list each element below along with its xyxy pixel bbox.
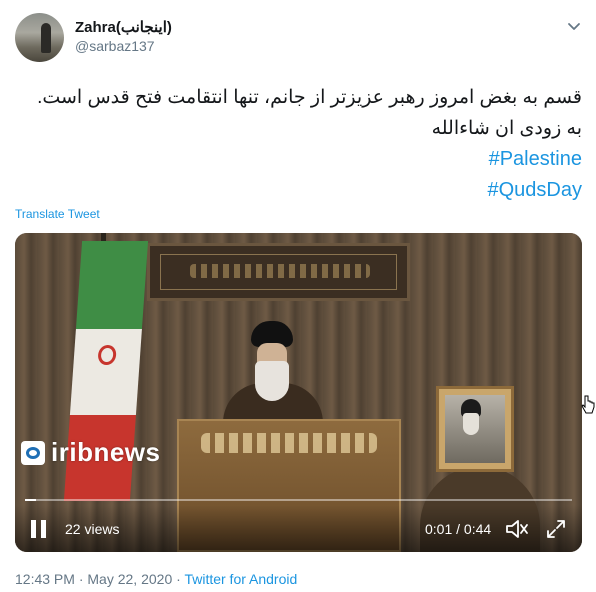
video-progress-bar[interactable]	[25, 499, 572, 501]
watermark-text: iribnews	[51, 437, 161, 467]
chevron-down-icon[interactable]	[566, 18, 582, 34]
avatar-figure	[41, 23, 51, 53]
iribnews-logo-icon	[21, 440, 45, 465]
pointer-cursor-icon	[581, 395, 595, 414]
footer-separator: ·	[176, 571, 181, 587]
framed-portrait	[436, 386, 514, 472]
video-progress-fill	[25, 499, 36, 501]
fullscreen-icon[interactable]	[545, 518, 567, 540]
footer-separator: ·	[78, 571, 84, 587]
tweet-date[interactable]: May 22, 2020	[87, 571, 172, 587]
tweet-footer: 12:43 PM · May 22, 2020 · Twitter for An…	[15, 571, 297, 587]
translate-tweet-link[interactable]: Translate Tweet	[15, 207, 100, 221]
volume-muted-icon[interactable]	[505, 518, 529, 540]
tweet-source-link[interactable]: Twitter for Android	[184, 571, 297, 587]
tweet-line: قسم به بغض امروز رهبر عزیزتر از جانم، تن…	[37, 87, 582, 108]
tweet-text: قسم به بغض امروز رهبر عزیزتر از جانم، تن…	[22, 82, 582, 206]
hashtag-link[interactable]: #Palestine	[22, 144, 582, 175]
tweet-card: Zahra(اینجانب) @sarbaz137 قسم به بغض امر…	[0, 0, 596, 592]
video-player[interactable]: iribnews 22 views 0:01 / 0:44	[15, 233, 582, 552]
pause-icon[interactable]	[31, 520, 47, 538]
view-count: 22 views	[65, 521, 120, 537]
tweet-time[interactable]: 12:43 PM	[15, 571, 75, 587]
avatar[interactable]	[15, 13, 64, 62]
tweet-line: به زودی ان شاءالله	[431, 118, 582, 139]
video-plaque	[147, 243, 410, 301]
username[interactable]: @sarbaz137	[75, 38, 155, 54]
video-controls: 22 views 0:01 / 0:44	[15, 505, 582, 552]
channel-watermark: iribnews	[21, 437, 160, 468]
display-name[interactable]: Zahra(اینجانب)	[75, 18, 172, 36]
hashtag-link[interactable]: #QudsDay	[22, 175, 583, 206]
video-time: 0:01 / 0:44	[425, 521, 492, 537]
